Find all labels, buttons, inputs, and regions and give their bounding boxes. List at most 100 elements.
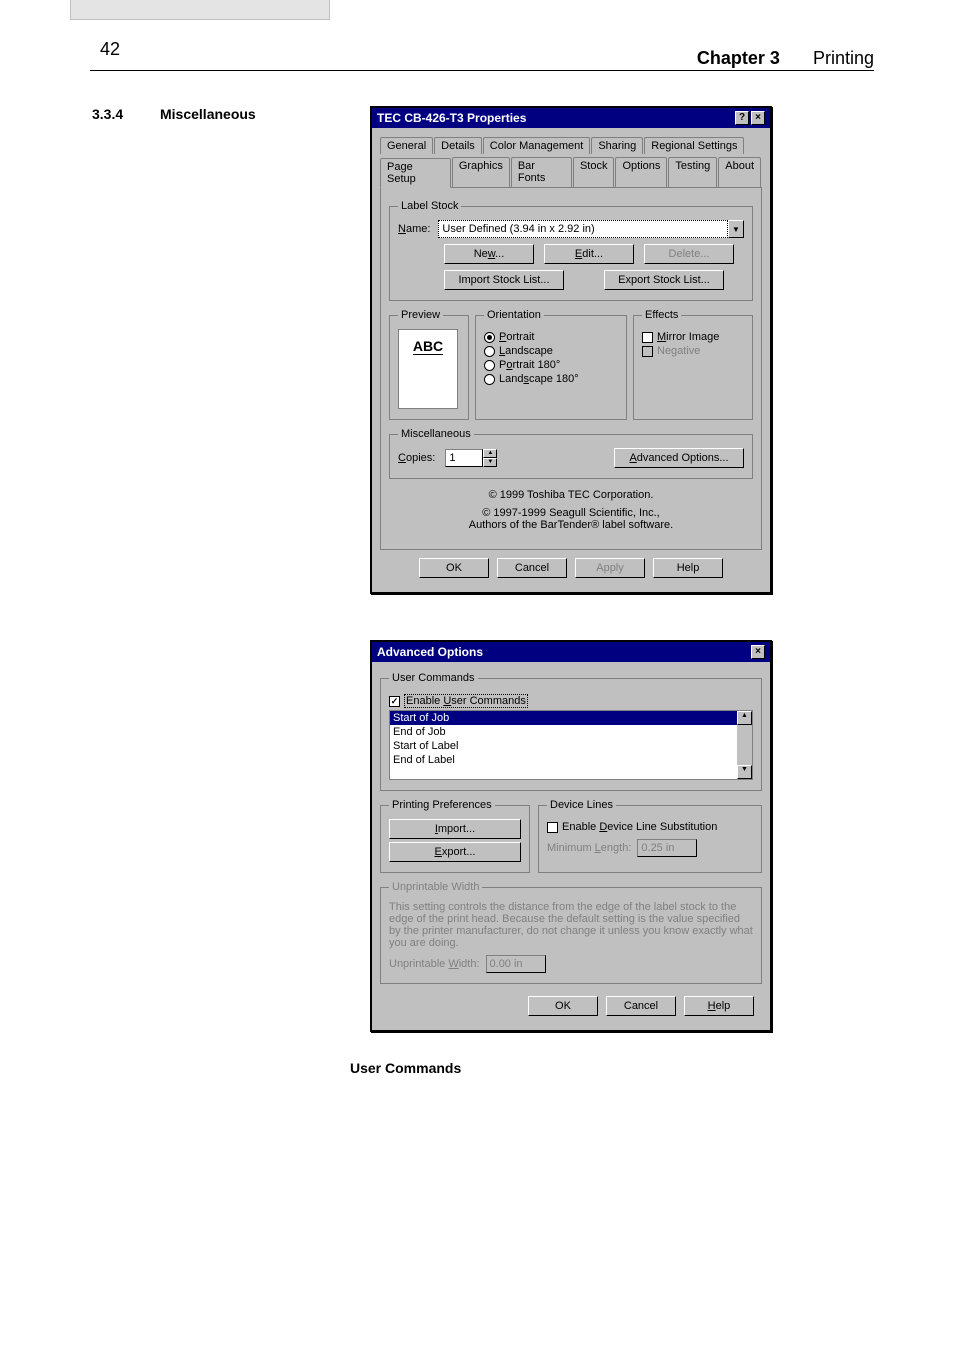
orientation-legend: Orientation	[484, 309, 544, 321]
spin-up-icon[interactable]: ▲	[483, 449, 497, 458]
list-item[interactable]: End of Label	[390, 753, 737, 767]
list-item[interactable]: Start of Job	[390, 711, 737, 725]
tab-about[interactable]: About	[718, 157, 761, 187]
copies-value[interactable]: 1	[445, 449, 483, 467]
close-button[interactable]: ×	[751, 645, 765, 659]
miscellaneous-group: Miscellaneous Copies: 1 ▲▼ Advanced Opti…	[389, 428, 753, 479]
checkbox-icon	[642, 332, 653, 343]
user-commands-list[interactable]: Start of Job End of Job Start of Label E…	[389, 710, 753, 780]
tab-row-1: General Details Color Management Sharing…	[380, 137, 762, 154]
printing-prefs-group: Printing Preferences Import... Export...	[380, 799, 530, 873]
min-length-value: 0.25 in	[637, 839, 697, 857]
radio-landscape-180[interactable]: Landscape 180°	[484, 373, 618, 385]
user-commands-group: User Commands Enable User Commands Start…	[380, 672, 762, 791]
tab-sharing[interactable]: Sharing	[591, 137, 643, 154]
radio-icon	[484, 346, 495, 357]
subheading-user-commands: User Commands	[350, 1060, 461, 1076]
name-dropdown[interactable]: User Defined (3.94 in x 2.92 in) ▼	[438, 220, 744, 238]
ok-button[interactable]: OK	[419, 558, 489, 578]
radio-portrait-180[interactable]: Portrait 180°	[484, 359, 618, 371]
help-button[interactable]: Help	[653, 558, 723, 578]
dialog-title: TEC CB-426-T3 Properties	[377, 111, 526, 125]
unprintable-desc: This setting controls the distance from …	[389, 901, 753, 949]
tab-options[interactable]: Options	[615, 157, 667, 187]
titlebar: Advanced Options ×	[372, 642, 770, 662]
tab-page-setup[interactable]: Page Setup	[380, 158, 451, 188]
effects-group: Effects Mirror Image Negative	[633, 309, 753, 420]
effects-legend: Effects	[642, 309, 681, 321]
tab-panel: Label Stock Name: User Defined (3.94 in …	[380, 187, 762, 550]
radio-icon	[484, 360, 495, 371]
tab-regional-settings[interactable]: Regional Settings	[644, 137, 744, 154]
cancel-button[interactable]: Cancel	[606, 996, 676, 1016]
min-length-label: Minimum Length:	[547, 842, 631, 854]
import-stock-button[interactable]: Import Stock List...	[444, 270, 564, 290]
radio-landscape[interactable]: Landscape	[484, 345, 618, 357]
export-button[interactable]: Export...	[389, 842, 521, 862]
delete-button: Delete...	[644, 244, 734, 264]
tab-general[interactable]: General	[380, 137, 433, 154]
tab-testing[interactable]: Testing	[668, 157, 717, 187]
spin-down-icon[interactable]: ▼	[483, 458, 497, 467]
preview-legend: Preview	[398, 309, 443, 321]
orientation-group: Orientation Portrait Landscape Portrait …	[475, 309, 627, 420]
dropdown-arrow-icon[interactable]: ▼	[728, 220, 744, 238]
checkbox-icon	[642, 346, 653, 357]
tab-color-management[interactable]: Color Management	[483, 137, 591, 154]
titlebar: TEC CB-426-T3 Properties ? ×	[372, 108, 770, 128]
scroll-down-icon[interactable]: ▼	[737, 765, 752, 779]
copies-label: Copies:	[398, 452, 435, 464]
user-commands-legend: User Commands	[389, 672, 478, 684]
tab-row-2: Page Setup Graphics Bar Fonts Stock Opti…	[380, 157, 762, 187]
printing-prefs-legend: Printing Preferences	[389, 799, 495, 811]
apply-button: Apply	[575, 558, 645, 578]
cancel-button[interactable]: Cancel	[497, 558, 567, 578]
radio-icon	[484, 332, 495, 343]
close-button[interactable]: ×	[751, 111, 765, 125]
scrollbar[interactable]: ▲ ▼	[737, 711, 752, 779]
list-item[interactable]: Start of Label	[390, 739, 737, 753]
edit-button[interactable]: Edit...	[544, 244, 634, 264]
advanced-options-button[interactable]: Advanced Options...	[614, 448, 744, 468]
ok-button[interactable]: OK	[528, 996, 598, 1016]
help-button[interactable]: Help	[684, 996, 754, 1016]
unprintable-width-value: 0.00 in	[486, 955, 546, 973]
tab-bar-fonts[interactable]: Bar Fonts	[511, 157, 572, 187]
check-mirror[interactable]: Mirror Image	[642, 331, 744, 343]
tab-stock[interactable]: Stock	[573, 157, 615, 187]
page-header: Chapter 3 Printing	[697, 48, 874, 69]
page-number: 42	[100, 39, 120, 60]
preview-group: Preview ABC	[389, 309, 469, 420]
dialog-title: Advanced Options	[377, 645, 483, 659]
chapter-label: Chapter 3	[697, 48, 780, 68]
device-lines-legend: Device Lines	[547, 799, 616, 811]
unprintable-width-group: Unprintable Width This setting controls …	[380, 881, 762, 984]
help-button[interactable]: ?	[735, 111, 749, 125]
section-number: 3.3.4	[92, 106, 123, 122]
label-stock-group: Label Stock Name: User Defined (3.94 in …	[389, 200, 753, 301]
export-stock-button[interactable]: Export Stock List...	[604, 270, 724, 290]
radio-portrait[interactable]: Portrait	[484, 331, 618, 343]
header-rule	[90, 70, 874, 71]
enable-device-line-check[interactable]: Enable Device Line Substitution	[547, 821, 753, 833]
copies-spinner[interactable]: 1 ▲▼	[445, 449, 497, 467]
label-stock-legend: Label Stock	[398, 200, 461, 212]
section-title: Miscellaneous	[160, 106, 256, 122]
advanced-options-dialog: Advanced Options × User Commands Enable …	[370, 640, 772, 1032]
tab-graphics[interactable]: Graphics	[452, 157, 510, 187]
enable-user-commands-check[interactable]: Enable User Commands	[389, 694, 753, 708]
preview-image: ABC	[398, 329, 458, 409]
new-button[interactable]: New...	[444, 244, 534, 264]
unprintable-legend: Unprintable Width	[389, 881, 482, 893]
tab-details[interactable]: Details	[434, 137, 482, 154]
name-value: User Defined (3.94 in x 2.92 in)	[438, 220, 728, 238]
checkbox-icon	[547, 822, 558, 833]
scroll-up-icon[interactable]: ▲	[737, 711, 752, 725]
properties-dialog: TEC CB-426-T3 Properties ? × General Det…	[370, 106, 772, 594]
note-box	[70, 0, 330, 20]
checkbox-icon	[389, 696, 400, 707]
list-item[interactable]: End of Job	[390, 725, 737, 739]
copyright-block: © 1999 Toshiba TEC Corporation. © 1997-1…	[389, 489, 753, 531]
chapter-title: Printing	[813, 48, 874, 68]
import-button[interactable]: Import...	[389, 819, 521, 839]
